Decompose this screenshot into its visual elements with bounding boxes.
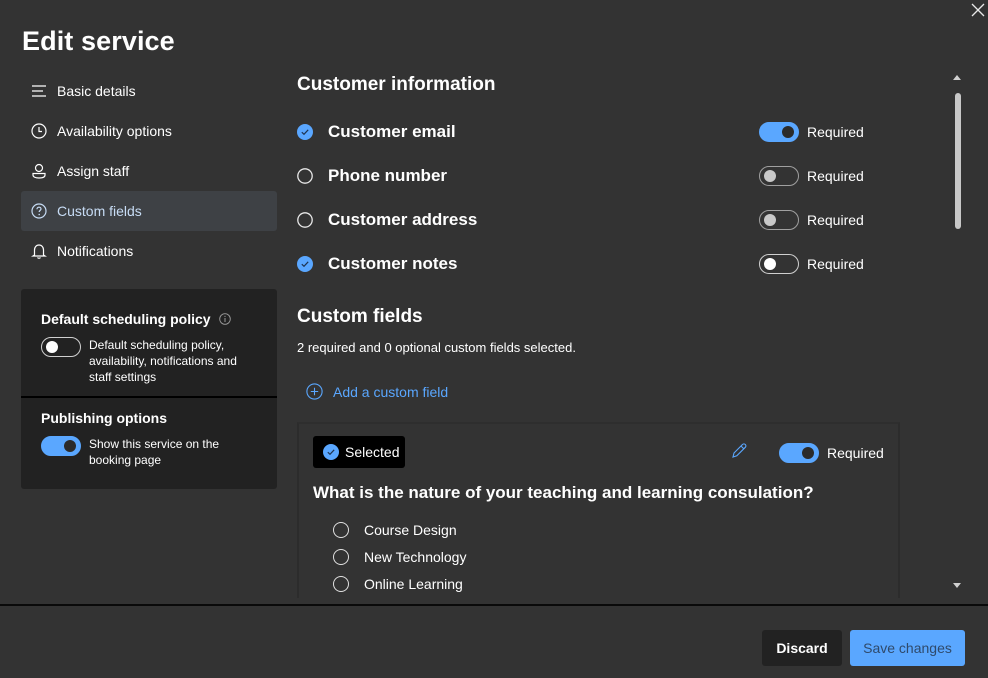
required-control: Required — [779, 443, 884, 463]
radio-icon — [333, 548, 349, 565]
list-icon — [30, 82, 48, 100]
required-label: Required — [807, 168, 864, 184]
customer-notes-row: Customer notes Required — [297, 250, 882, 278]
required-control: Required — [759, 122, 864, 142]
toggle-knob — [764, 214, 776, 226]
customer-address-required-toggle[interactable] — [759, 210, 799, 230]
option-course-design[interactable]: Course Design — [333, 516, 466, 543]
add-custom-field-label: Add a custom field — [333, 383, 449, 400]
sidebar-nav: Basic details Availability options Assig… — [21, 71, 277, 271]
selected-badge-label: Selected — [345, 444, 400, 460]
required-control: Required — [759, 254, 864, 274]
required-label: Required — [807, 212, 864, 228]
sidebar-item-assign-staff[interactable]: Assign staff — [21, 151, 277, 191]
phone-number-required-toggle[interactable] — [759, 166, 799, 186]
sidebar-item-label: Notifications — [57, 243, 134, 259]
pencil-icon[interactable] — [730, 442, 748, 460]
required-control: Required — [759, 166, 864, 186]
toggle-knob — [46, 341, 58, 353]
publishing-section: Publishing options Show this service on … — [21, 396, 277, 468]
sidebar-item-label: Custom fields — [57, 203, 142, 219]
sidebar-item-label: Basic details — [57, 83, 136, 99]
default-policy-title: Default scheduling policy — [41, 311, 211, 327]
custom-fields-title: Custom fields — [297, 306, 423, 327]
custom-fields-summary: 2 required and 0 optional custom fields … — [297, 340, 576, 355]
save-changes-button[interactable]: Save changes — [850, 630, 965, 666]
add-custom-field-button[interactable]: Add a custom field — [306, 383, 448, 400]
discard-button[interactable]: Discard — [762, 630, 842, 666]
toggle-knob — [782, 126, 794, 138]
custom-field-card: Selected Required What is the nature of … — [297, 422, 900, 598]
scroll-down-arrow-icon[interactable] — [953, 583, 961, 589]
default-policy-toggle[interactable] — [41, 337, 81, 357]
close-button[interactable] — [970, 2, 986, 18]
policy-panel: Default scheduling policy Default schedu… — [21, 289, 277, 489]
bell-icon — [30, 242, 48, 260]
customer-notes-label: Customer notes — [328, 254, 458, 273]
checked-circle-icon[interactable] — [297, 256, 313, 272]
option-label: Course Design — [364, 521, 457, 538]
checked-circle-icon — [323, 444, 339, 460]
customer-notes-required-toggle[interactable] — [759, 254, 799, 274]
dialog-title: Edit service — [22, 26, 175, 56]
close-icon — [971, 3, 985, 17]
selected-badge[interactable]: Selected — [313, 436, 405, 468]
phone-number-row: Phone number Required — [297, 162, 882, 190]
sidebar-item-label: Assign staff — [57, 163, 130, 179]
customer-email-label: Customer email — [328, 122, 456, 141]
publishing-toggle[interactable] — [41, 436, 81, 456]
question-circle-icon — [30, 202, 48, 220]
toggle-knob — [802, 447, 814, 459]
option-label: New Technology — [364, 548, 467, 565]
sidebar-item-label: Availability options — [57, 123, 172, 139]
scrollbar-thumb[interactable] — [955, 93, 961, 229]
publishing-description: Show this service on the booking page — [89, 437, 220, 467]
plus-circle-icon — [306, 383, 323, 400]
toggle-knob — [764, 258, 776, 270]
sidebar-item-availability-options[interactable]: Availability options — [21, 111, 277, 151]
customer-email-row: Customer email Required — [297, 118, 882, 146]
custom-field-options: Course Design New Technology Online Lear… — [333, 516, 466, 597]
custom-field-question: What is the nature of your teaching and … — [313, 483, 814, 502]
default-policy-description: Default scheduling policy, availability,… — [89, 338, 237, 384]
person-icon — [30, 162, 48, 180]
phone-number-label: Phone number — [328, 166, 448, 185]
sidebar-item-custom-fields[interactable]: Custom fields — [21, 191, 277, 231]
required-control: Required — [759, 210, 864, 230]
customer-address-row: Customer address Required — [297, 206, 882, 234]
option-new-technology[interactable]: New Technology — [333, 543, 466, 570]
custom-field-required-toggle[interactable] — [779, 443, 819, 463]
info-icon[interactable] — [218, 313, 231, 325]
radio-icon — [333, 575, 349, 592]
scroll-up-arrow-icon[interactable] — [953, 74, 961, 80]
default-policy-section: Default scheduling policy Default schedu… — [21, 289, 277, 396]
clock-icon — [30, 122, 48, 140]
sidebar-item-basic-details[interactable]: Basic details — [21, 71, 277, 111]
main-content: Customer information Customer email Requ… — [297, 70, 937, 598]
customer-info-title: Customer information — [297, 74, 496, 95]
customer-address-label: Customer address — [328, 210, 478, 229]
footer-divider — [0, 604, 988, 606]
publishing-title: Publishing options — [41, 410, 167, 426]
required-label: Required — [827, 445, 884, 461]
sidebar-item-notifications[interactable]: Notifications — [21, 231, 277, 271]
option-label: Online Learning — [364, 575, 463, 592]
toggle-knob — [764, 170, 776, 182]
toggle-knob — [64, 440, 76, 452]
radio-icon — [333, 521, 349, 538]
checked-circle-icon[interactable] — [297, 124, 313, 140]
required-label: Required — [807, 124, 864, 140]
required-label: Required — [807, 256, 864, 272]
customer-email-required-toggle[interactable] — [759, 122, 799, 142]
empty-circle-icon[interactable] — [297, 168, 313, 184]
empty-circle-icon[interactable] — [297, 212, 313, 228]
option-online-learning[interactable]: Online Learning — [333, 570, 466, 597]
